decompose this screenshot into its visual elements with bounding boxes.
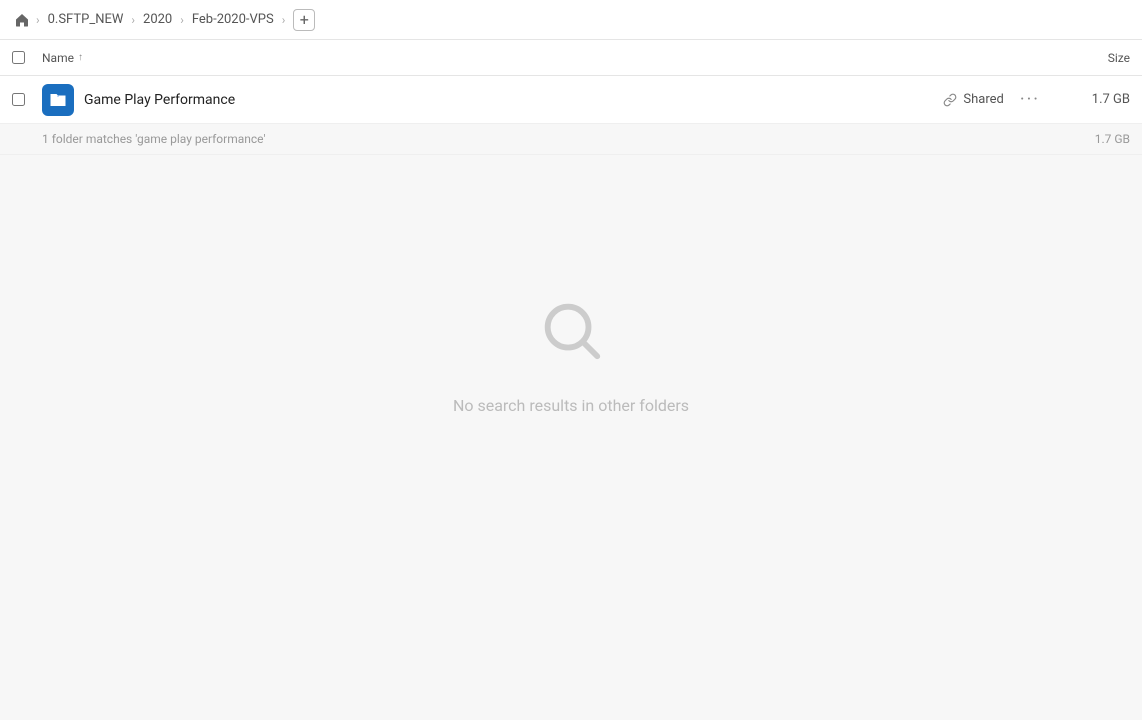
col-name-header[interactable]: Name ↑ (42, 51, 1050, 65)
file-size: 1.7 GB (1060, 92, 1130, 107)
breadcrumb-sep-2: › (131, 13, 135, 27)
match-info-bar: 1 folder matches 'game play performance'… (0, 124, 1142, 155)
select-all-checkbox[interactable] (12, 51, 25, 64)
shared-label: Shared (963, 92, 1003, 107)
folder-icon (42, 84, 74, 116)
table-header: Name ↑ Size (0, 40, 1142, 76)
breadcrumb-sep-1: › (36, 13, 40, 27)
breadcrumb-sep-4: › (282, 13, 286, 27)
table-row[interactable]: Game Play Performance Shared ··· 1.7 GB (0, 76, 1142, 124)
row-checkbox-col (12, 93, 42, 106)
select-all-checkbox-col (12, 51, 42, 64)
col-size-header: Size (1050, 51, 1130, 65)
topbar: › 0.SFTP_NEW › 2020 › Feb-2020-VPS › + (0, 0, 1142, 40)
breadcrumb-item-2020[interactable]: 2020 (139, 10, 176, 29)
no-results-text: No search results in other folders (453, 396, 689, 415)
home-button[interactable] (12, 10, 32, 30)
empty-state: No search results in other folders (0, 155, 1142, 555)
match-info-text: 1 folder matches 'game play performance' (42, 132, 266, 146)
no-results-icon (536, 295, 606, 380)
row-checkbox[interactable] (12, 93, 25, 106)
add-breadcrumb-button[interactable]: + (293, 9, 315, 31)
match-info-size: 1.7 GB (1095, 132, 1130, 146)
breadcrumb-item-sftp[interactable]: 0.SFTP_NEW (44, 10, 128, 29)
shared-indicator: Shared (943, 92, 1003, 107)
sort-icon: ↑ (78, 52, 83, 63)
breadcrumb-sep-3: › (180, 13, 184, 27)
col-name-label: Name (42, 51, 74, 65)
more-actions-button[interactable]: ··· (1020, 89, 1040, 110)
breadcrumb-item-feb[interactable]: Feb-2020-VPS (188, 10, 278, 29)
file-name: Game Play Performance (84, 92, 943, 108)
breadcrumb: › 0.SFTP_NEW › 2020 › Feb-2020-VPS › + (12, 9, 315, 31)
link-icon (943, 93, 957, 107)
